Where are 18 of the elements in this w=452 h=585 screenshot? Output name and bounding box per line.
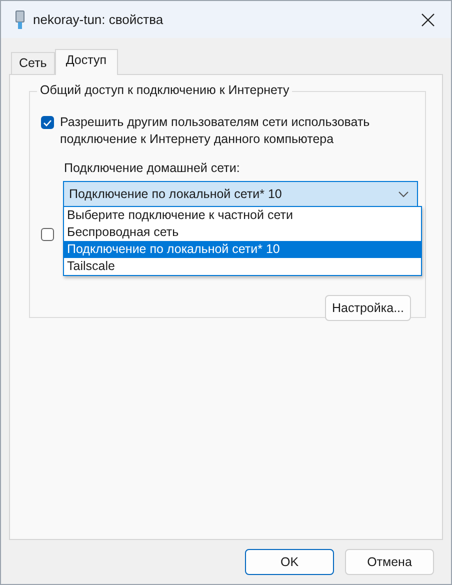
- dialog-button[interactable]: Отмена: [345, 549, 434, 575]
- network-adapter-icon: [15, 10, 25, 30]
- close-icon: [421, 12, 435, 26]
- checkbox[interactable]: [41, 228, 54, 241]
- chevron-down-icon: [398, 190, 409, 198]
- dropdown-option[interactable]: Выберите подключение к частной сети: [64, 207, 421, 224]
- settings-button[interactable]: Настройка...: [325, 295, 411, 321]
- dropdown-option[interactable]: Подключение по локальной сети* 10: [64, 241, 421, 258]
- checkbox[interactable]: [41, 116, 54, 129]
- dropdown-option[interactable]: Беспроводная сеть: [64, 224, 421, 241]
- checkbox-label: Разрешить другим пользователям сети использовать подключение к Интернету данного компьютера: [60, 114, 371, 148]
- field-label: Подключение домашней сети:: [64, 161, 241, 175]
- tab[interactable]: Сеть: [11, 52, 55, 74]
- group-title: Общий доступ к подключению к Интернету: [37, 83, 292, 97]
- dialog-button[interactable]: OK: [245, 549, 334, 575]
- tab[interactable]: Доступ: [54, 49, 118, 75]
- window-title: nekoray-tun: свойства: [33, 12, 164, 27]
- dropdown-option[interactable]: Tailscale: [64, 258, 421, 275]
